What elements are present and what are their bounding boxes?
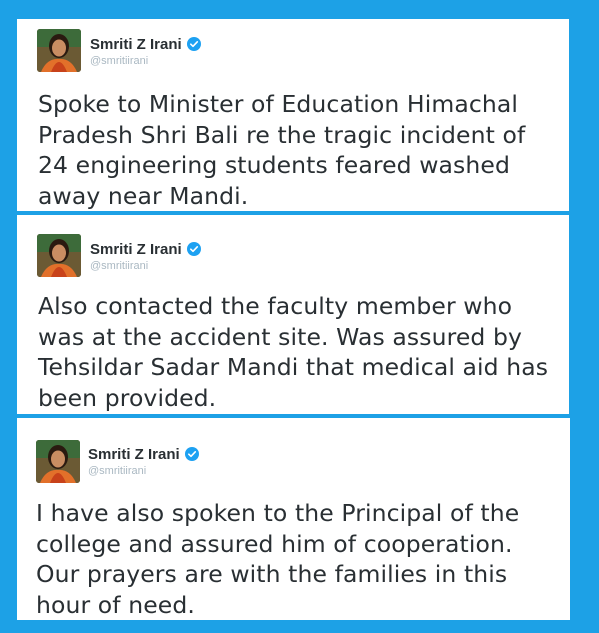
avatar[interactable] bbox=[36, 440, 80, 483]
author-handle[interactable]: @smritiirani bbox=[90, 55, 201, 67]
name-row: Smriti Z Irani bbox=[88, 444, 199, 464]
tweet-card: Smriti Z Irani @smritiirani Spoke to Min… bbox=[17, 19, 569, 211]
verified-badge-icon bbox=[186, 242, 201, 256]
author-name[interactable]: Smriti Z Irani bbox=[90, 241, 182, 258]
author-name[interactable]: Smriti Z Irani bbox=[90, 36, 182, 53]
tweet-author: Smriti Z Irani @smritiirani bbox=[88, 444, 199, 477]
avatar[interactable] bbox=[37, 234, 81, 277]
verified-badge-icon bbox=[186, 37, 201, 51]
author-handle[interactable]: @smritiirani bbox=[88, 465, 199, 477]
verified-badge-icon bbox=[184, 447, 199, 461]
tweet-author: Smriti Z Irani @smritiirani bbox=[90, 34, 201, 67]
name-row: Smriti Z Irani bbox=[90, 34, 201, 54]
tweet-text: Spoke to Minister of Education Himachal … bbox=[38, 90, 526, 210]
name-row: Smriti Z Irani bbox=[90, 239, 201, 259]
tweet-text: Also contacted the faculty member who wa… bbox=[38, 292, 549, 412]
author-handle[interactable]: @smritiirani bbox=[90, 260, 201, 272]
tweet-text: I have also spoken to the Principal of t… bbox=[36, 499, 520, 619]
author-name[interactable]: Smriti Z Irani bbox=[88, 446, 180, 463]
tweet-card: Smriti Z Irani @smritiirani Also contact… bbox=[17, 215, 569, 414]
tweet-card: Smriti Z Irani @smritiirani I have also … bbox=[17, 418, 570, 620]
tweet-author: Smriti Z Irani @smritiirani bbox=[90, 239, 201, 272]
avatar[interactable] bbox=[37, 29, 81, 72]
